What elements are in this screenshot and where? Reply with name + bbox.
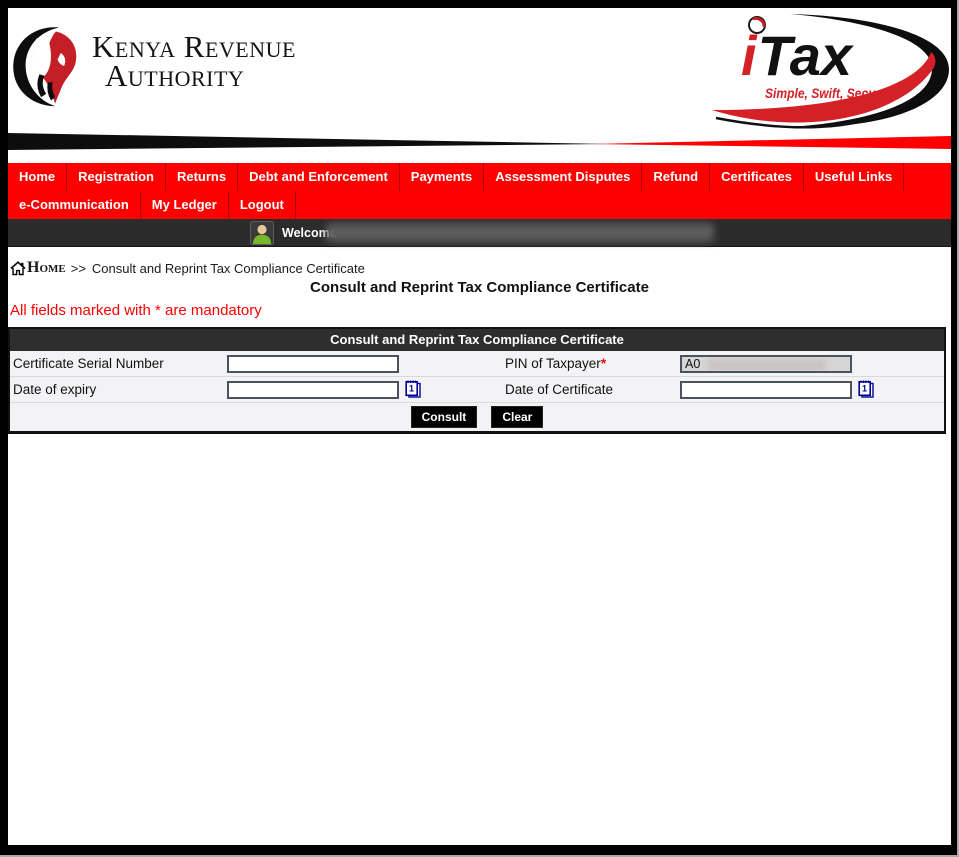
itax-tagline: Simple, Swift, Secure: [765, 85, 887, 101]
user-avatar-icon: [250, 221, 274, 245]
pin-of-taxpayer-value: A0: [685, 357, 700, 371]
home-icon[interactable]: [10, 261, 26, 276]
form-table-header: Consult and Reprint Tax Compliance Certi…: [10, 329, 944, 351]
date-of-certificate-label: Date of Certificate: [505, 382, 680, 397]
pin-required-marker: *: [601, 356, 606, 371]
nav-item-home[interactable]: Home: [8, 163, 67, 191]
date-of-certificate-input[interactable]: [680, 381, 852, 399]
consult-button[interactable]: Consult: [411, 406, 478, 428]
kra-lion-logo: [10, 24, 92, 108]
pin-of-taxpayer-label-text: PIN of Taxpayer: [505, 356, 601, 371]
calendar-glyph: 1: [862, 384, 867, 394]
breadcrumb: Home >> Consult and Reprint Tax Complian…: [8, 247, 951, 277]
nav-item-payments[interactable]: Payments: [400, 163, 484, 191]
nav-item-assessment-disputes[interactable]: Assessment Disputes: [484, 163, 642, 191]
avatar-head: [257, 225, 266, 234]
calendar-glyph: 1: [409, 384, 414, 394]
mandatory-note: All fields marked with * are mandatory: [8, 296, 951, 325]
header-divider-swoosh: [8, 133, 951, 153]
nav-item-returns[interactable]: Returns: [166, 163, 238, 191]
divider-black-taper: [8, 133, 608, 150]
nav-item-useful-links[interactable]: Useful Links: [804, 163, 904, 191]
home-icon-chimney: [21, 262, 23, 265]
form-row-1: Certificate Serial Number PIN of Taxpaye…: [10, 351, 944, 377]
page-title: Consult and Reprint Tax Compliance Certi…: [8, 279, 951, 296]
consult-form-table: Consult and Reprint Tax Compliance Certi…: [8, 327, 946, 434]
kra-wordmark: Kenya Revenue Authority: [92, 32, 296, 90]
nav-item-registration[interactable]: Registration: [67, 163, 166, 191]
certificate-serial-number-input[interactable]: [227, 355, 399, 373]
certificate-serial-number-label: Certificate Serial Number: [13, 356, 227, 371]
main-nav: HomeRegistrationReturnsDebt and Enforcem…: [8, 163, 951, 219]
nav-item-logout[interactable]: Logout: [229, 191, 296, 219]
nav-row-1: HomeRegistrationReturnsDebt and Enforcem…: [8, 163, 951, 191]
home-icon-walls: [13, 268, 23, 275]
kra-wordmark-line1: Kenya Revenue: [92, 32, 296, 61]
itax-wordmark-tax: Tax: [758, 24, 855, 87]
breadcrumb-current: Consult and Reprint Tax Compliance Certi…: [92, 261, 365, 276]
nav-item-debt-and-enforcement[interactable]: Debt and Enforcement: [238, 163, 400, 191]
nav-item-refund[interactable]: Refund: [642, 163, 710, 191]
breadcrumb-separator: >>: [71, 261, 86, 276]
kra-wordmark-line2: Authority: [105, 61, 296, 90]
calendar-icon[interactable]: 1: [405, 380, 422, 399]
page-body: Kenya Revenue Authority iTax Simple, Swi…: [8, 8, 951, 845]
calendar-icon[interactable]: 1: [858, 380, 875, 399]
welcome-bar: Welcome: [8, 219, 951, 247]
lion-face-red: [43, 32, 77, 104]
itax-logo: iTax Simple, Swift, Secure: [691, 8, 951, 134]
divider-red-taper: [591, 136, 951, 149]
date-of-expiry-cell: 1: [227, 380, 505, 399]
nav-item-certificates[interactable]: Certificates: [710, 163, 804, 191]
date-of-certificate-cell: 1: [680, 380, 944, 399]
certificate-serial-number-cell: [227, 355, 505, 373]
nav-row-2: e-CommunicationMy LedgerLogout: [8, 191, 951, 219]
pin-of-taxpayer-label: PIN of Taxpayer*: [505, 356, 680, 371]
nav-item-my-ledger[interactable]: My Ledger: [141, 191, 229, 219]
welcome-username-redacted: [326, 223, 714, 242]
date-of-expiry-label: Date of expiry: [13, 382, 227, 397]
form-buttons-row: Consult Clear: [10, 403, 944, 431]
clear-button[interactable]: Clear: [491, 406, 543, 428]
pin-redacted-blur: [708, 359, 826, 371]
breadcrumb-home-link[interactable]: Home: [27, 259, 66, 277]
pin-of-taxpayer-field: A0: [680, 355, 852, 373]
form-row-2: Date of expiry 1 Date of Certificate: [10, 377, 944, 403]
nav-item-e-communication[interactable]: e-Communication: [8, 191, 141, 219]
page-frame: Kenya Revenue Authority iTax Simple, Swi…: [0, 0, 959, 857]
header: Kenya Revenue Authority iTax Simple, Swi…: [8, 8, 951, 163]
date-of-expiry-input[interactable]: [227, 381, 399, 399]
pin-of-taxpayer-cell: A0: [680, 355, 944, 373]
